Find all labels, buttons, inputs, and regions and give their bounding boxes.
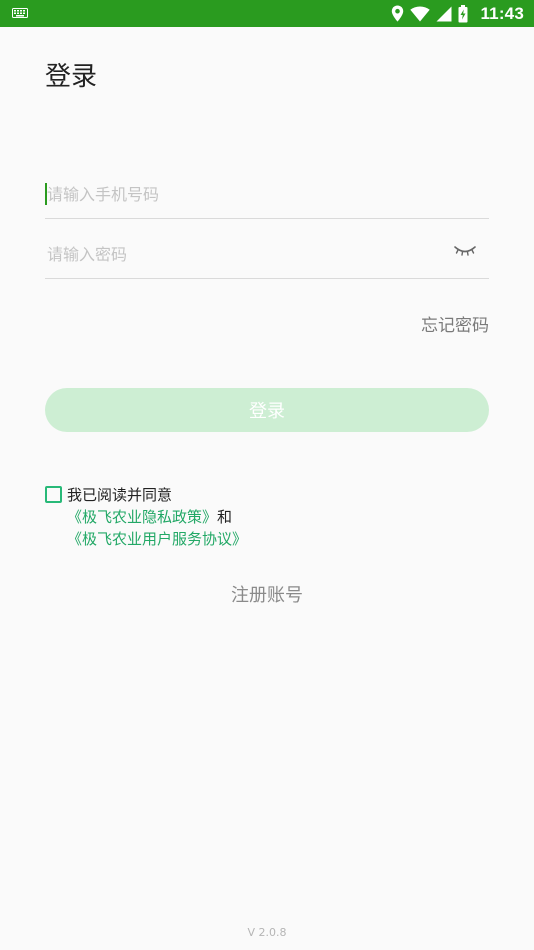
user-agreement-link[interactable]: 《极飞农业用户服务协议》 <box>67 530 247 548</box>
phone-field <box>45 174 491 214</box>
register-account-button[interactable]: 注册账号 <box>231 585 303 606</box>
status-time: 11:43 <box>480 3 524 23</box>
password-input[interactable] <box>45 234 491 274</box>
app-version: V 2.0.8 <box>247 926 287 939</box>
password-field <box>45 234 491 274</box>
password-underline <box>45 278 489 279</box>
agreement-conjunction: 和 <box>217 508 233 526</box>
cellular-signal-icon <box>436 6 452 21</box>
agreement-line-2: 《极飞农业隐私政策》和 <box>67 506 232 528</box>
battery-charging-icon <box>458 4 468 22</box>
keyboard-icon <box>12 8 28 18</box>
phone-underline <box>45 218 489 219</box>
status-bar: 11:43 <box>0 0 534 27</box>
status-icons: 11:43 <box>391 0 524 27</box>
register-account-link: 注册账号 <box>0 581 534 607</box>
privacy-policy-link[interactable]: 《极飞农业隐私政策》 <box>67 508 217 526</box>
eye-closed-icon[interactable] <box>453 242 477 258</box>
agreement-checkbox[interactable] <box>45 486 62 503</box>
phone-input[interactable] <box>45 174 491 214</box>
text-cursor <box>45 183 47 205</box>
agreement-intro-text: 我已阅读并同意 <box>67 486 173 504</box>
login-button[interactable]: 登录 <box>45 388 489 432</box>
wifi-icon <box>410 6 431 21</box>
location-icon <box>392 5 404 22</box>
agreement-line-3: 《极飞农业用户服务协议》 <box>67 528 247 550</box>
forgot-password-link[interactable]: 忘记密码 <box>421 311 489 336</box>
page-title: 登录 <box>45 62 98 92</box>
